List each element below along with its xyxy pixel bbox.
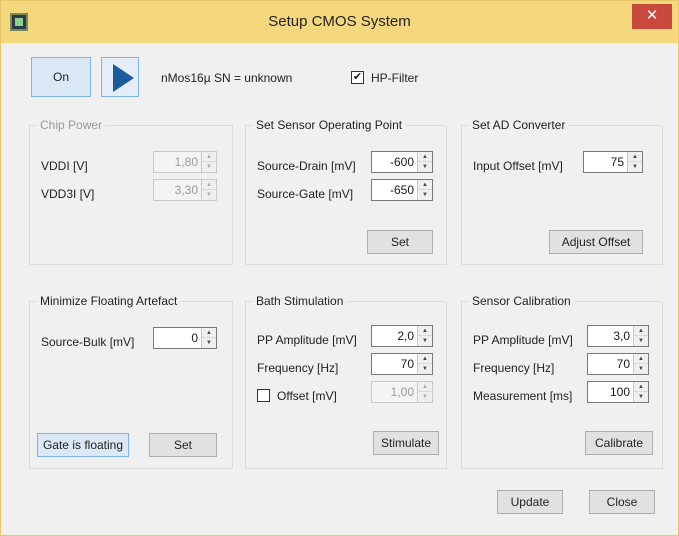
spin-up-icon[interactable]: ▲ <box>628 152 642 162</box>
input-offset-value: 75 <box>610 155 624 169</box>
title-bar: Setup CMOS System ✕ <box>1 1 678 43</box>
cal-frequency-label: Frequency [Hz] <box>473 361 555 375</box>
spin-up-icon[interactable]: ▲ <box>634 326 648 336</box>
bath-pp-amplitude-value: 2,0 <box>397 329 414 343</box>
hp-filter-label: HP-Filter <box>371 71 419 85</box>
bath-offset-label: Offset [mV] <box>277 389 337 403</box>
spin-down-icon[interactable]: ▼ <box>202 338 216 348</box>
setup-cmos-dialog: Setup CMOS System ✕ On nMos16µ SN = unkn… <box>0 0 679 536</box>
hp-filter-checkbox[interactable]: ✔ <box>351 71 364 84</box>
window-title: Setup CMOS System <box>268 13 411 30</box>
stimulate-button[interactable]: Stimulate <box>373 431 439 455</box>
adjust-offset-button[interactable]: Adjust Offset <box>549 230 643 254</box>
spin-up-icon[interactable]: ▲ <box>418 326 432 336</box>
source-drain-value: -600 <box>389 155 414 169</box>
source-drain-spinner[interactable]: -600 ▲ ▼ <box>371 151 433 173</box>
checkmark-icon: ✔ <box>352 71 363 83</box>
spin-up-icon[interactable]: ▲ <box>634 382 648 392</box>
gate-is-floating-button[interactable]: Gate is floating <box>37 433 129 457</box>
cal-pp-amplitude-label: PP Amplitude [mV] <box>473 333 573 347</box>
spin-down-icon[interactable]: ▼ <box>634 392 648 402</box>
source-bulk-label: Source-Bulk [mV] <box>41 335 135 349</box>
bath-frequency-spinner[interactable]: 70 ▲ ▼ <box>371 353 433 375</box>
spin-down-icon[interactable]: ▼ <box>418 190 432 200</box>
input-offset-spinner[interactable]: 75 ▲ ▼ <box>583 151 643 173</box>
spin-down-icon: ▼ <box>206 164 212 170</box>
source-gate-value: -650 <box>389 183 414 197</box>
bath-pp-amplitude-label: PP Amplitude [mV] <box>257 333 357 347</box>
spin-down-icon[interactable]: ▼ <box>418 162 432 172</box>
bath-frequency-value: 70 <box>400 357 414 371</box>
cal-measurement-value: 100 <box>609 385 630 399</box>
floating-artefact-title: Minimize Floating Artefact <box>37 294 181 308</box>
spin-down-icon: ▼ <box>422 394 428 400</box>
bath-offset-value: 1,00 <box>390 385 414 399</box>
source-gate-spinner[interactable]: -650 ▲ ▼ <box>371 179 433 201</box>
spin-down-icon[interactable]: ▼ <box>418 336 432 346</box>
spin-up-icon: ▲ <box>202 180 216 190</box>
spin-down-icon[interactable]: ▼ <box>634 336 648 346</box>
vddi-value: 1,80 <box>174 155 198 169</box>
ad-converter-title: Set AD Converter <box>469 118 569 132</box>
sensor-op-title: Set Sensor Operating Point <box>253 118 406 132</box>
cal-pp-amplitude-value: 3,0 <box>613 329 630 343</box>
vdd3i-value: 3,30 <box>174 183 198 197</box>
spin-down-icon: ▼ <box>206 192 212 198</box>
close-window-button[interactable]: ✕ <box>632 4 672 29</box>
vddi-label: VDDI [V] <box>41 159 88 173</box>
set-floating-button[interactable]: Set <box>149 433 217 457</box>
chip-power-title: Chip Power <box>37 118 106 132</box>
source-gate-label: Source-Gate [mV] <box>257 187 354 201</box>
source-bulk-value: 0 <box>191 331 198 345</box>
bath-frequency-label: Frequency [Hz] <box>257 361 339 375</box>
sensor-calibration-title: Sensor Calibration <box>469 294 574 308</box>
spin-down-icon[interactable]: ▼ <box>634 364 648 374</box>
cal-measurement-spinner[interactable]: 100 ▲ ▼ <box>587 381 649 403</box>
play-button[interactable] <box>101 57 139 97</box>
cal-frequency-spinner[interactable]: 70 ▲ ▼ <box>587 353 649 375</box>
spin-up-icon[interactable]: ▲ <box>634 354 648 364</box>
close-button[interactable]: Close <box>589 490 655 514</box>
vdd3i-label: VDD3I [V] <box>41 187 95 201</box>
on-button[interactable]: On <box>31 57 91 97</box>
bath-stimulation-title: Bath Stimulation <box>253 294 347 308</box>
spin-down-icon[interactable]: ▼ <box>418 364 432 374</box>
spin-up-icon: ▲ <box>418 382 432 392</box>
spin-down-icon[interactable]: ▼ <box>628 162 642 172</box>
spin-up-icon[interactable]: ▲ <box>418 152 432 162</box>
source-bulk-spinner[interactable]: 0 ▲ ▼ <box>153 327 217 349</box>
cal-measurement-label: Measurement [ms] <box>473 389 573 403</box>
input-offset-label: Input Offset [mV] <box>473 159 563 173</box>
source-drain-label: Source-Drain [mV] <box>257 159 356 173</box>
device-info: nMos16µ SN = unknown <box>161 71 293 85</box>
vdd3i-spinner: 3,30 ▲ ▼ <box>153 179 217 201</box>
spin-up-icon[interactable]: ▲ <box>202 328 216 338</box>
spin-up-icon[interactable]: ▲ <box>418 354 432 364</box>
calibrate-button[interactable]: Calibrate <box>585 431 653 455</box>
bath-offset-checkbox[interactable] <box>257 389 270 402</box>
spin-up-icon: ▲ <box>202 152 216 162</box>
spin-up-icon[interactable]: ▲ <box>418 180 432 190</box>
bath-offset-spinner: 1,00 ▲ ▼ <box>371 381 433 403</box>
cal-pp-amplitude-spinner[interactable]: 3,0 ▲ ▼ <box>587 325 649 347</box>
cal-frequency-value: 70 <box>616 357 630 371</box>
vddi-spinner: 1,80 ▲ ▼ <box>153 151 217 173</box>
bath-pp-amplitude-spinner[interactable]: 2,0 ▲ ▼ <box>371 325 433 347</box>
update-button[interactable]: Update <box>497 490 563 514</box>
set-operating-point-button[interactable]: Set <box>367 230 433 254</box>
